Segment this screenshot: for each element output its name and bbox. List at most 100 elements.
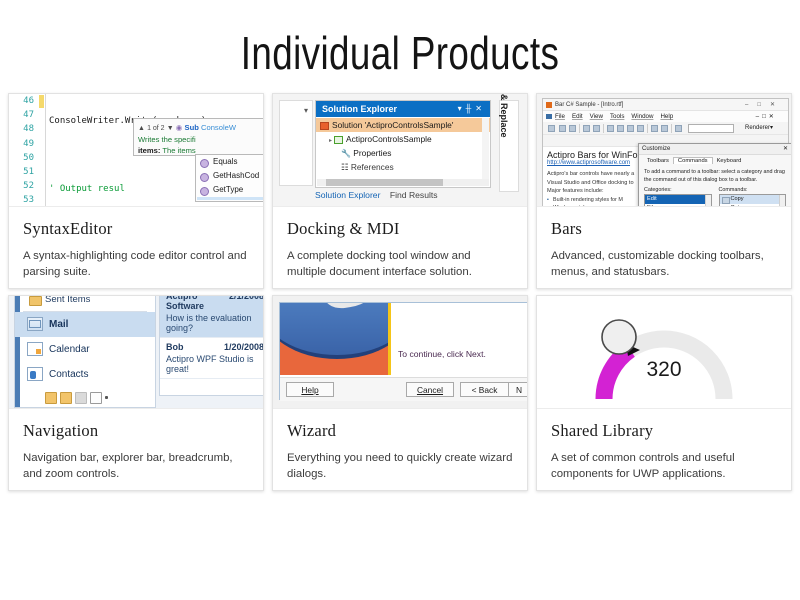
- tree-item-solution[interactable]: Solution 'ActiproControlsSample': [316, 118, 490, 132]
- new-icon[interactable]: [548, 125, 555, 132]
- tree-item-project[interactable]: ▸ ActiproControlsSample: [316, 132, 490, 146]
- completion-item[interactable]: GetType: [196, 183, 263, 197]
- navigation-pane[interactable]: Sent Items Mail Calendar Contacts: [14, 296, 156, 408]
- completion-item[interactable]: GetHashCod: [196, 169, 263, 183]
- menu-item-file[interactable]: File: [555, 111, 572, 122]
- folder-item-sent-items[interactable]: Sent Items: [15, 296, 155, 311]
- signature-nav-down-icon[interactable]: ▼: [167, 125, 174, 132]
- horizontal-scrollbar[interactable]: [317, 179, 489, 186]
- folder-list-icon[interactable]: [75, 391, 87, 404]
- nav-item-calendar[interactable]: Calendar: [15, 337, 155, 362]
- open-icon[interactable]: [559, 125, 566, 132]
- completion-list[interactable]: Equals GetHashCod GetType: [195, 154, 263, 202]
- product-card-shared-library[interactable]: 320 Shared Library A set of common contr…: [536, 295, 792, 491]
- card-description: A complete docking tool window and multi…: [287, 249, 472, 278]
- vertical-scrollbar[interactable]: [779, 195, 785, 206]
- renderer-dropdown[interactable]: Renderer▾: [745, 124, 773, 131]
- product-card-navigation[interactable]: Sent Items Mail Calendar Contacts Actipr…: [8, 295, 264, 491]
- print-preview-icon[interactable]: [593, 125, 600, 132]
- commands-listbox[interactable]: Copy Cut Delete: [718, 194, 786, 206]
- overflow-icon[interactable]: [105, 396, 108, 400]
- tab-commands[interactable]: Commands: [672, 157, 713, 164]
- list-item[interactable]: Actipro Software 2/1/2008 How is the eva…: [160, 296, 263, 338]
- menu-item-edit[interactable]: Edit: [572, 111, 590, 122]
- cancel-button[interactable]: Cancel: [406, 382, 454, 397]
- close-icon[interactable]: ✕: [783, 144, 788, 155]
- main-toolbar[interactable]: Renderer▾: [543, 122, 788, 135]
- toolbar-combobox[interactable]: [688, 124, 734, 133]
- radial-gauge[interactable]: [564, 304, 764, 409]
- find-icon[interactable]: [675, 125, 682, 132]
- signature-nav-up-icon[interactable]: ▲: [138, 125, 145, 132]
- panel-window-buttons[interactable]: ▾╫✕: [458, 101, 486, 117]
- tab-keyboard[interactable]: Keyboard: [713, 158, 746, 164]
- signature-overload-count: 1 of 2: [147, 125, 165, 132]
- command-item[interactable]: Cut: [720, 204, 786, 206]
- signature-param-name: items:: [138, 146, 161, 156]
- nav-item-contacts[interactable]: Contacts: [15, 362, 155, 387]
- dialog-tabs[interactable]: Toolbars Commands Keyboard: [639, 155, 791, 166]
- chevron-down-icon[interactable]: ▾: [458, 104, 466, 113]
- delete-icon[interactable]: [637, 125, 644, 132]
- gauge-knob-handle[interactable]: [601, 319, 637, 355]
- redo-icon[interactable]: [661, 125, 668, 132]
- copy-icon[interactable]: [617, 125, 624, 132]
- print-icon[interactable]: [583, 125, 590, 132]
- window-buttons[interactable]: –□✕: [745, 99, 784, 111]
- product-card-bars[interactable]: Bar C# Sample - [Intro.rtf] –□✕ File Edit…: [536, 93, 792, 289]
- toolbar-separator: [579, 124, 580, 133]
- close-icon[interactable]: ✕: [475, 104, 486, 113]
- scrollbar-thumb[interactable]: [326, 179, 443, 186]
- help-button[interactable]: Help: [286, 382, 334, 397]
- menu-item-view[interactable]: View: [590, 111, 610, 122]
- product-card-docking-mdi[interactable]: ▾ Solution Explorer ▾╫✕ Solution 'Actipr…: [272, 93, 528, 289]
- pin-icon[interactable]: ╫: [466, 104, 476, 113]
- customize-dialog[interactable]: Customize ✕ Toolbars Commands Keyboard To …: [638, 143, 791, 206]
- shortcuts-icon[interactable]: [90, 391, 102, 404]
- menu-item-help[interactable]: Help: [660, 111, 680, 122]
- undo-icon[interactable]: [651, 125, 658, 132]
- notes-icon[interactable]: [60, 391, 72, 404]
- mdi-child-buttons[interactable]: –□✕: [756, 111, 784, 122]
- menu-item-tools[interactable]: Tools: [610, 111, 631, 122]
- wizard-nav-group[interactable]: < Back N: [460, 382, 527, 397]
- menu-item-window[interactable]: Window: [631, 111, 660, 122]
- nav-item-mail[interactable]: Mail: [15, 312, 155, 337]
- line-number: 53: [23, 195, 34, 206]
- save-icon[interactable]: [569, 125, 576, 132]
- find-replace-autohide-tab[interactable]: Find & Replace: [499, 94, 519, 192]
- chevron-down-icon[interactable]: ▾: [304, 106, 308, 115]
- tree-item-references[interactable]: ☷ References: [316, 160, 490, 174]
- completion-item[interactable]: Equals: [196, 155, 263, 169]
- list-item[interactable]: Bob 1/20/2008 Actipro WPF Studio is grea…: [160, 338, 263, 379]
- method-glyph-icon: ◉: [175, 123, 183, 132]
- paste-icon[interactable]: [627, 125, 634, 132]
- category-item[interactable]: File: [645, 204, 711, 206]
- categories-listbox[interactable]: Edit File Format Help Labels: [644, 194, 712, 206]
- tasks-icon[interactable]: [45, 391, 57, 404]
- toolbar-separator: [603, 124, 604, 133]
- expander-triangle-icon[interactable]: ▸: [329, 138, 332, 144]
- message-list[interactable]: Actipro Software 2/1/2008 How is the eva…: [159, 296, 263, 396]
- solution-tree[interactable]: Solution 'ActiproControlsSample' ▸ Actipr…: [316, 117, 490, 174]
- tree-item-properties[interactable]: 🔧 Properties: [316, 146, 490, 160]
- tab-find-results[interactable]: Find Results: [390, 190, 445, 200]
- product-card-syntaxeditor[interactable]: 46 47 48 49 50 51 52 53 ConsoleWriter.Wr…: [8, 93, 264, 289]
- next-button[interactable]: N: [508, 382, 527, 397]
- category-item[interactable]: Edit: [645, 195, 711, 204]
- vertical-scrollbar[interactable]: [704, 195, 711, 206]
- vertical-scrollbar[interactable]: [482, 118, 489, 179]
- navigation-compact-buttons[interactable]: [45, 391, 108, 405]
- back-button[interactable]: < Back: [460, 382, 508, 397]
- menubar[interactable]: File Edit View Tools Window Help –□✕: [543, 111, 788, 122]
- tab-toolbars[interactable]: Toolbars: [643, 158, 673, 164]
- dialog-title: Customize: [642, 146, 671, 152]
- product-card-wizard[interactable]: To continue, click Next. Help Cancel < B…: [272, 295, 528, 491]
- tree-item-label: Solution 'ActiproControlsSample': [332, 120, 454, 130]
- tab-solution-explorer[interactable]: Solution Explorer: [315, 190, 387, 200]
- command-item[interactable]: Copy: [719, 195, 785, 204]
- gauge-value-label: 320: [646, 358, 682, 381]
- wizard-button-bar[interactable]: Help Cancel < Back N: [280, 377, 527, 401]
- tool-window-tabs[interactable]: Solution Explorer Find Results: [315, 190, 491, 203]
- cut-icon[interactable]: [607, 125, 614, 132]
